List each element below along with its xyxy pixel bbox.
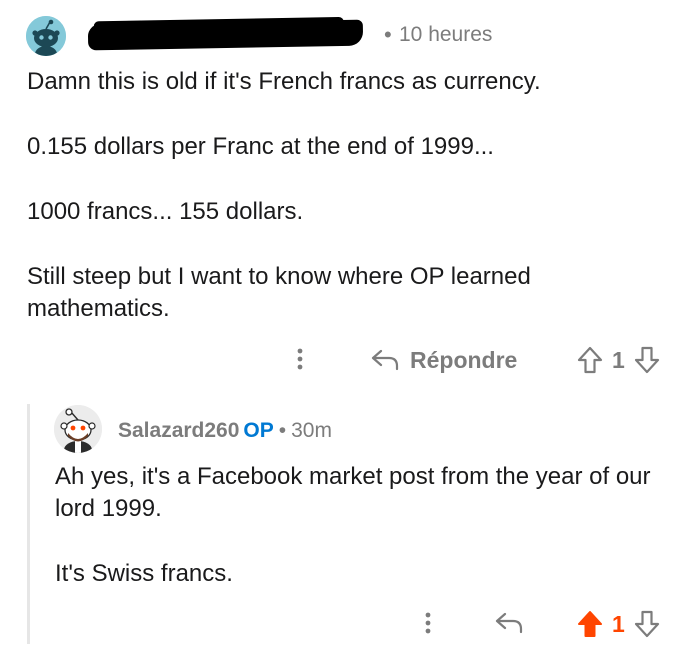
snoo-avatar-icon [54, 405, 102, 453]
reply-arrow-icon [370, 347, 400, 373]
comment-paragraph: 1000 francs... 155 dollars. [27, 198, 304, 225]
vote-score: 1 [612, 346, 625, 373]
avatar[interactable] [26, 16, 66, 56]
downvote-arrow-icon[interactable] [633, 345, 661, 375]
more-vertical-icon [425, 612, 431, 634]
comment-body: Damn this is old if it's French francs a… [27, 66, 677, 325]
comment-paragraph: 0.155 dollars per Franc at the end of 19… [27, 133, 494, 160]
vote-control: 1 [576, 342, 661, 378]
reply-paragraph: Ah yes, it's a Facebook market post from… [55, 463, 651, 522]
downvote-arrow-icon[interactable] [633, 609, 661, 639]
reply-action-bar: 1 [0, 604, 700, 644]
op-badge: OP [243, 419, 274, 442]
reply-arrow-icon [495, 612, 523, 634]
comment-paragraph: Still steep but I want to know where OP … [27, 263, 531, 322]
snoo-avatar-icon [26, 16, 66, 56]
vote-score: 1 [612, 610, 625, 637]
more-options-button[interactable] [290, 344, 310, 374]
redacted-username [87, 19, 364, 51]
vote-control: 1 [576, 606, 661, 642]
comment-paragraph: Damn this is old if it's French francs a… [27, 68, 541, 95]
reply-paragraph: It's Swiss francs. [55, 560, 233, 587]
reply-label: Répondre [410, 346, 518, 373]
reply-meta: Salazard260 OP • 30m [118, 418, 332, 444]
reply-button[interactable]: Répondre [370, 342, 517, 378]
upvote-arrow-filled-icon[interactable] [576, 609, 604, 639]
more-vertical-icon [297, 348, 303, 370]
avatar[interactable] [54, 405, 102, 453]
upvote-arrow-icon[interactable] [576, 345, 604, 375]
meta-separator: • [384, 22, 392, 47]
reply-timestamp: 30m [291, 419, 332, 442]
meta-separator: • [278, 419, 287, 442]
comment-action-bar: Répondre 1 [0, 340, 700, 380]
more-options-button[interactable] [418, 608, 438, 638]
reply-button[interactable] [494, 608, 524, 638]
reply-body: Ah yes, it's a Facebook market post from… [55, 461, 675, 590]
comment-timestamp: 10 heures [399, 23, 493, 46]
author-name[interactable]: Salazard260 [118, 419, 239, 442]
